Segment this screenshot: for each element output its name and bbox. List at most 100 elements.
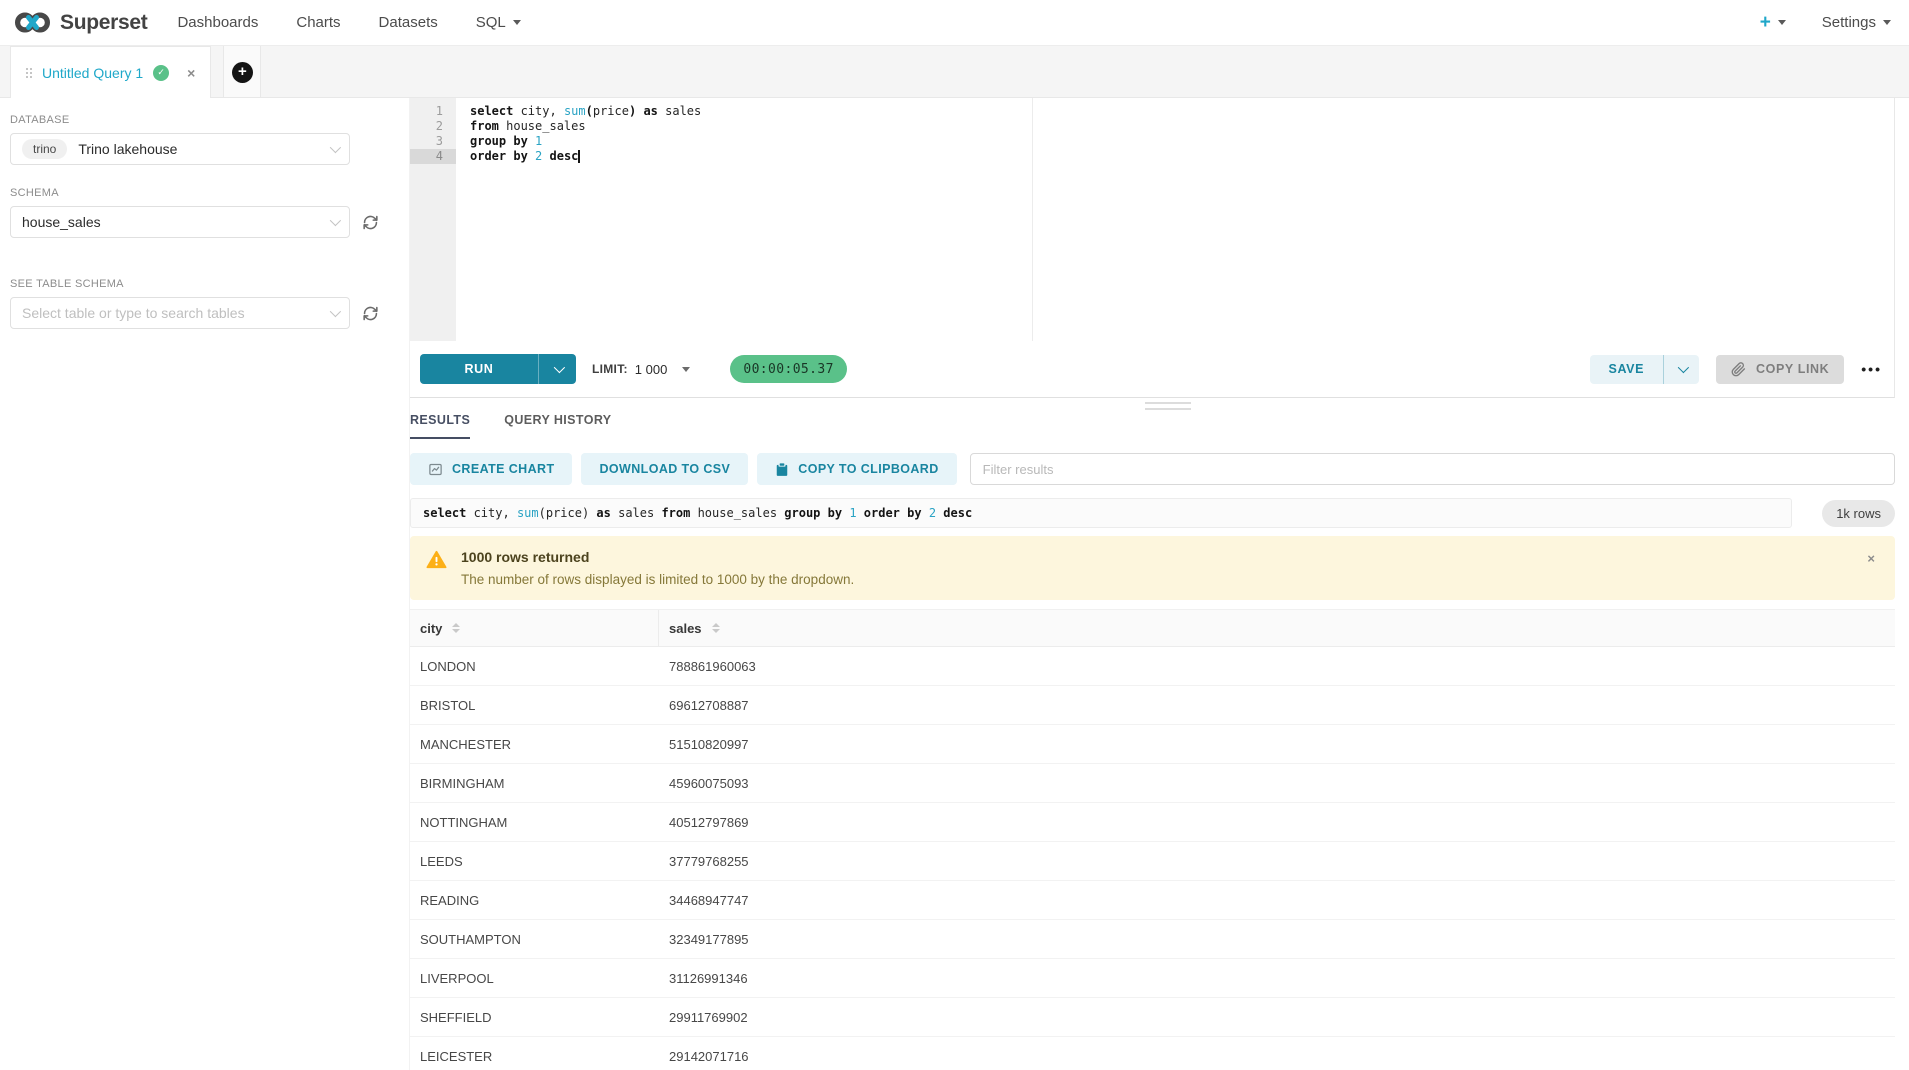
cell-city: LEICESTER [410,1049,659,1064]
table-select[interactable]: Select table or type to search tables [10,297,350,329]
cell-city: LIVERPOOL [410,971,659,986]
table-row: LEICESTER 29142071716 [410,1037,1895,1070]
run-options-button[interactable] [538,354,576,384]
resize-grip[interactable] [1145,402,1191,414]
cell-sales: 45960075093 [659,776,1895,791]
column-header-city-label: city [420,621,442,636]
refresh-tables-button[interactable] [361,304,380,323]
save-options-button[interactable] [1663,355,1699,384]
close-alert-icon[interactable]: × [1867,551,1875,566]
limit-label: LIMIT: [592,362,628,376]
results-actions: CREATE CHART DOWNLOAD TO CSV COPY TO CLI… [410,453,1909,485]
cell-city: NOTTINGHAM [410,815,659,830]
cell-sales: 51510820997 [659,737,1895,752]
cell-city: LEEDS [410,854,659,869]
limit-dropdown[interactable]: LIMIT: 1 000 [592,362,690,377]
add-tab-button[interactable]: + [223,46,261,98]
settings-menu[interactable]: Settings [1822,14,1891,31]
table-row: BRISTOL 69612708887 [410,686,1895,725]
database-select[interactable]: trino Trino lakehouse [10,133,350,165]
sqllab-sidebar: DATABASE trino Trino lakehouse SCHEMA ho… [0,98,410,1070]
save-label[interactable]: SAVE [1590,355,1664,384]
alert-message: The number of rows displayed is limited … [461,572,854,587]
download-csv-button[interactable]: DOWNLOAD TO CSV [581,453,748,485]
cell-city: LONDON [410,659,659,674]
column-header-city[interactable]: city [410,610,659,646]
copy-clipboard-button[interactable]: COPY TO CLIPBOARD [757,453,956,485]
code-line: group by 1 [470,134,1894,149]
column-header-sales[interactable]: sales [659,610,1895,646]
table-row: LONDON 788861960063 [410,647,1895,686]
chevron-down-icon [330,215,341,226]
nav-sql-label: SQL [476,14,506,31]
table-select-placeholder: Select table or type to search tables [22,305,319,321]
chevron-down-icon [1778,20,1786,25]
refresh-schemas-button[interactable] [361,213,380,232]
table-row: LIVERPOOL 31126991346 [410,959,1895,998]
table-row: SOUTHAMPTON 32349177895 [410,920,1895,959]
text-cursor [578,150,580,163]
table-row: READING 34468947747 [410,881,1895,920]
tab-results[interactable]: RESULTS [410,413,470,439]
new-item-button[interactable]: + [1760,13,1786,32]
run-button[interactable]: RUN [420,354,576,384]
close-tab-icon[interactable]: × [187,65,195,81]
results-table: city sales LONDON 788861960063 BRISTOL 6… [410,609,1895,1070]
sort-icon[interactable] [712,623,720,633]
nav-datasets[interactable]: Datasets [379,14,438,31]
filter-results-input[interactable] [970,453,1895,485]
nav-menu: Dashboards Charts Datasets SQL [177,14,520,31]
line-number: 3 [410,134,456,149]
main-area: DATABASE trino Trino lakehouse SCHEMA ho… [0,98,1909,1070]
save-button[interactable]: SAVE [1590,355,1700,384]
nav-charts[interactable]: Charts [296,14,340,31]
executed-query-row: select city, sum(price) as sales from ho… [410,498,1909,528]
cell-sales: 34468947747 [659,893,1895,908]
cell-sales: 40512797869 [659,815,1895,830]
tab-query-history[interactable]: QUERY HISTORY [504,413,611,439]
cell-sales: 31126991346 [659,971,1895,986]
clipboard-icon [775,462,789,477]
database-label: DATABASE [10,114,399,126]
cell-sales: 37779768255 [659,854,1895,869]
tab-untitled-query-1[interactable]: Untitled Query 1 ✓ × [10,46,211,98]
tab-title: Untitled Query 1 [42,65,143,81]
chevron-down-icon [553,362,564,373]
cell-city: BRISTOL [410,698,659,713]
settings-label: Settings [1822,14,1876,31]
top-navbar: Superset Dashboards Charts Datasets SQL … [0,0,1909,46]
table-row: MANCHESTER 51510820997 [410,725,1895,764]
superset-logo[interactable]: Superset [14,9,147,36]
query-timer-badge: 00:00:05.37 [730,355,847,383]
add-tab-icon: + [232,62,253,83]
nav-sql[interactable]: SQL [476,14,521,31]
schema-select[interactable]: house_sales [10,206,350,238]
database-type-pill: trino [22,139,67,159]
results-table-header: city sales [410,609,1895,647]
print-margin-line [1032,98,1033,341]
copy-link-button[interactable]: COPY LINK [1716,355,1844,384]
more-actions-button[interactable]: ••• [1861,361,1882,377]
schema-value: house_sales [22,214,319,230]
query-tab-strip: Untitled Query 1 ✓ × + [0,46,1909,98]
nav-dashboards[interactable]: Dashboards [177,14,258,31]
cell-city: MANCHESTER [410,737,659,752]
sql-code-area[interactable]: select city, sum(price) as sales from ho… [456,98,1894,341]
sort-icon[interactable] [452,623,460,633]
run-label[interactable]: RUN [420,354,538,384]
cell-sales: 788861960063 [659,659,1895,674]
superset-sql-lab: Superset Dashboards Charts Datasets SQL … [0,0,1909,1070]
code-line: from house_sales [470,119,1894,134]
sql-editor: 1 2 3 4 select city, sum(price) as sales… [410,98,1894,341]
cell-sales: 29911769902 [659,1010,1895,1025]
cell-city: BIRMINGHAM [410,776,659,791]
copy-link-label: COPY LINK [1756,362,1829,376]
table-row: LEEDS 37779768255 [410,842,1895,881]
code-line-active: order by 2 desc [470,149,1894,164]
chevron-down-icon [330,306,341,317]
cell-city: SHEFFIELD [410,1010,659,1025]
drag-handle-icon[interactable] [26,68,32,78]
cell-sales: 69612708887 [659,698,1895,713]
create-chart-button[interactable]: CREATE CHART [410,453,572,485]
paperclip-icon [1731,362,1746,377]
